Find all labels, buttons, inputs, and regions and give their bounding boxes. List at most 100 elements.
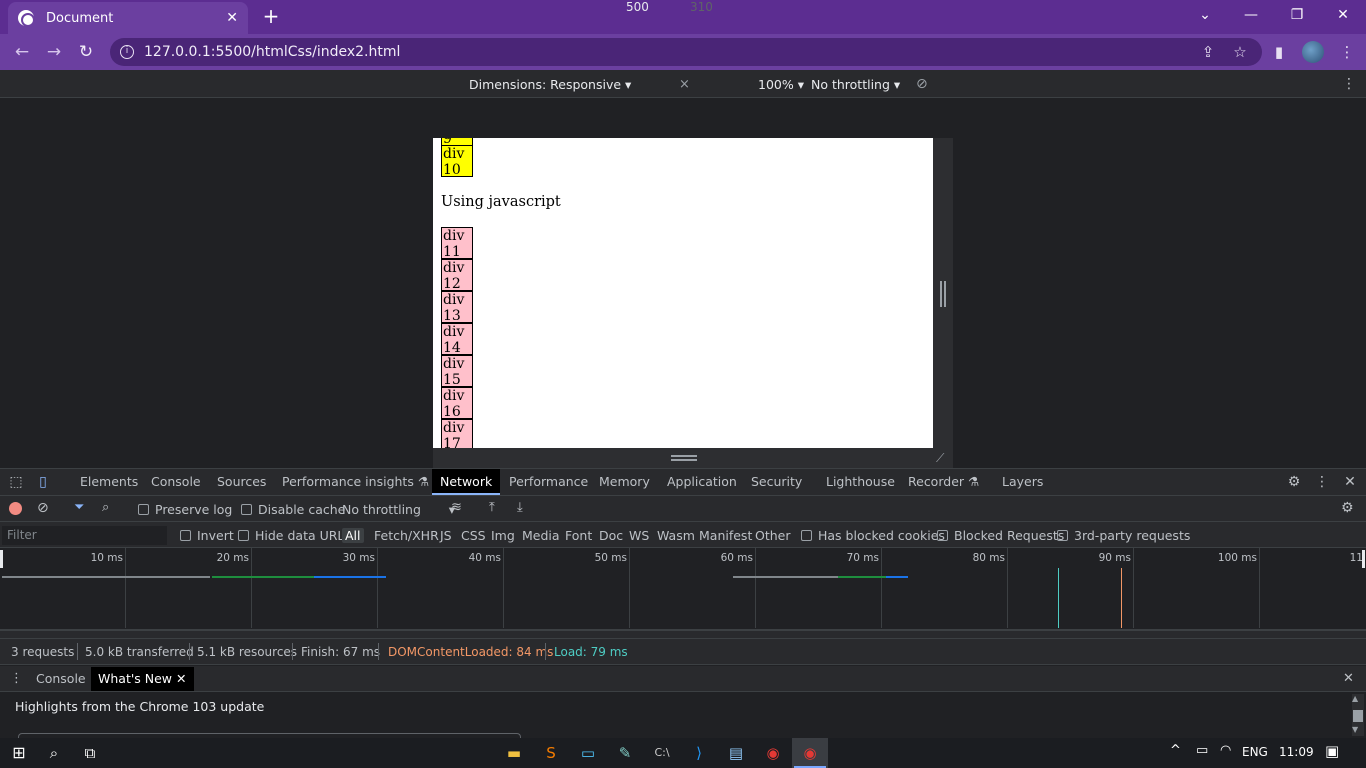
drawer-scrollbar[interactable]: ▲ ▼ xyxy=(1352,694,1364,736)
tab-sources[interactable]: Sources xyxy=(209,469,274,495)
type-other[interactable]: Other xyxy=(755,528,791,543)
browser-tab[interactable]: Document ✕ xyxy=(8,2,248,34)
ruler-segment[interactable] xyxy=(473,99,495,116)
terminal-icon[interactable]: C:\ xyxy=(650,741,674,765)
notepad-icon[interactable]: ▤ xyxy=(724,741,748,765)
sublime-icon[interactable]: S xyxy=(539,741,563,765)
file-explorer-icon[interactable]: ▬ xyxy=(502,741,526,765)
drawer-tab-console[interactable]: Console xyxy=(29,667,93,691)
clear-icon[interactable]: ⊘ xyxy=(37,500,49,516)
device-more-icon[interactable]: ⋮ xyxy=(1342,76,1356,92)
notification-icon[interactable]: ▣ xyxy=(1325,742,1339,760)
type-all[interactable]: All xyxy=(342,528,364,543)
search-icon[interactable]: ⌕ xyxy=(42,741,66,765)
tab-close-icon[interactable]: ✕ xyxy=(226,10,238,26)
tab-lighthouse[interactable]: Lighthouse xyxy=(818,469,903,495)
close-tab-icon[interactable]: ✕ xyxy=(176,671,186,686)
ruler-segment[interactable] xyxy=(525,99,841,116)
tab-memory[interactable]: Memory xyxy=(591,469,658,495)
minimize-button[interactable]: — xyxy=(1228,0,1274,30)
hide-data-urls-checkbox[interactable]: Hide data URLs xyxy=(238,528,351,543)
record-icon[interactable] xyxy=(9,502,22,515)
width-input[interactable]: 500 xyxy=(626,0,649,14)
has-blocked-cookies-checkbox[interactable]: Has blocked cookies xyxy=(801,528,945,543)
type-media[interactable]: Media xyxy=(522,528,560,543)
omnibox[interactable]: i 127.0.0.1:5500/htmlCss/index2.html xyxy=(110,38,1262,66)
vscode-icon[interactable]: ⟩ xyxy=(687,741,711,765)
network-settings-icon[interactable]: ⚙ xyxy=(1341,500,1354,516)
overview-left-handle[interactable] xyxy=(0,550,3,568)
tab-layers[interactable]: Layers xyxy=(994,469,1051,495)
third-party-checkbox[interactable]: 3rd-party requests xyxy=(1057,528,1190,543)
blocked-requests-checkbox[interactable]: Blocked Requests xyxy=(937,528,1064,543)
scroll-thumb[interactable] xyxy=(1353,710,1363,722)
forward-arrow-icon[interactable]: → xyxy=(42,40,66,64)
tab-recorder[interactable]: Recorder ⚗ xyxy=(900,469,987,495)
tab-performance[interactable]: Performance xyxy=(501,469,596,495)
profile-avatar[interactable] xyxy=(1302,41,1324,63)
viewport-resize-right[interactable] xyxy=(933,138,953,448)
scroll-up-icon[interactable]: ▲ xyxy=(1352,694,1358,703)
devtools-more-icon[interactable]: ⋮ xyxy=(1313,473,1331,491)
side-panel-icon[interactable]: ▮ xyxy=(1269,42,1289,62)
tab-elements[interactable]: Elements xyxy=(72,469,146,495)
drawer-menu-icon[interactable]: ⋮ xyxy=(10,671,23,686)
page-viewport[interactable]: 9 div 10 Using javascript div 11 div 12 … xyxy=(433,138,933,448)
type-css[interactable]: CSS xyxy=(461,528,486,543)
clock[interactable]: 11:09 xyxy=(1279,745,1314,759)
network-conditions-icon[interactable]: ≋ xyxy=(451,500,462,515)
ruler-segment[interactable] xyxy=(871,99,893,116)
filter-input[interactable]: Filter xyxy=(2,526,167,545)
site-info-icon[interactable]: i xyxy=(120,45,134,59)
tab-network[interactable]: Network xyxy=(432,469,501,495)
settings-gear-icon[interactable]: ⚙ xyxy=(1285,473,1303,491)
windows-start-icon[interactable]: ⊞ xyxy=(7,741,31,765)
ruler-segment[interactable] xyxy=(895,99,1065,116)
task-view-icon[interactable]: ⧉ xyxy=(78,741,102,765)
type-manifest[interactable]: Manifest xyxy=(699,528,752,543)
editor-app-icon[interactable]: ✎ xyxy=(613,741,637,765)
import-har-icon[interactable]: ⤒ xyxy=(489,500,495,515)
restore-button[interactable]: ❐ xyxy=(1274,0,1320,30)
tab-application[interactable]: Application xyxy=(659,469,745,495)
ruler-segment[interactable] xyxy=(301,99,471,116)
chrome-active-icon[interactable]: ◉ xyxy=(798,741,822,765)
scroll-down-icon[interactable]: ▼ xyxy=(1352,725,1358,734)
ruler-segment[interactable] xyxy=(1067,99,1193,116)
back-arrow-icon[interactable]: ← xyxy=(10,40,34,64)
bookmark-star-icon[interactable]: ☆ xyxy=(1230,42,1250,62)
type-img[interactable]: Img xyxy=(491,528,515,543)
filter-icon[interactable]: ⏷ xyxy=(74,500,84,515)
type-ws[interactable]: WS xyxy=(629,528,649,543)
chrome-icon[interactable]: ◉ xyxy=(761,741,785,765)
ruler-segment[interactable] xyxy=(2,99,171,116)
type-font[interactable]: Font xyxy=(565,528,592,543)
preserve-log-checkbox[interactable]: Preserve log xyxy=(138,502,232,517)
inspect-element-icon[interactable]: ⬚ xyxy=(7,473,25,491)
tab-search-icon[interactable]: ⌄ xyxy=(1182,0,1228,30)
device-toggle-icon[interactable]: ▯ xyxy=(34,473,52,491)
dimensions-select[interactable]: Dimensions: Responsive ▾ xyxy=(469,77,631,92)
ruler-segment[interactable] xyxy=(497,99,523,116)
tab-performance-insights[interactable]: Performance insights ⚗ xyxy=(274,469,437,495)
tray-expand-icon[interactable]: ^ xyxy=(1170,743,1181,758)
resize-corner-icon[interactable]: ⟋ xyxy=(936,451,950,465)
share-icon[interactable]: ⇪ xyxy=(1198,42,1218,62)
new-tab-button[interactable]: + xyxy=(259,4,283,28)
viewport-resize-bottom[interactable]: ⟋ xyxy=(433,448,953,468)
network-throttling-select[interactable]: No throttling ▾ xyxy=(342,502,455,517)
type-wasm[interactable]: Wasm xyxy=(657,528,695,543)
language-indicator[interactable]: ENG xyxy=(1242,745,1268,759)
type-doc[interactable]: Doc xyxy=(599,528,623,543)
close-drawer-icon[interactable]: ✕ xyxy=(1343,671,1354,686)
close-window-button[interactable]: ✕ xyxy=(1320,0,1366,30)
chrome-menu-icon[interactable]: ⋮ xyxy=(1337,42,1357,62)
invert-checkbox[interactable]: Invert xyxy=(180,528,234,543)
zoom-select[interactable]: 100% ▾ xyxy=(758,77,804,92)
ruler-segment[interactable] xyxy=(173,99,299,116)
export-har-icon[interactable]: ⤓ xyxy=(517,500,523,515)
type-fetch-xhr[interactable]: Fetch/XHR xyxy=(374,528,439,543)
battery-icon[interactable]: ▭ xyxy=(1196,743,1208,758)
rotate-icon[interactable]: ⊘ xyxy=(916,76,928,92)
ruler-segment[interactable] xyxy=(1195,99,1364,116)
